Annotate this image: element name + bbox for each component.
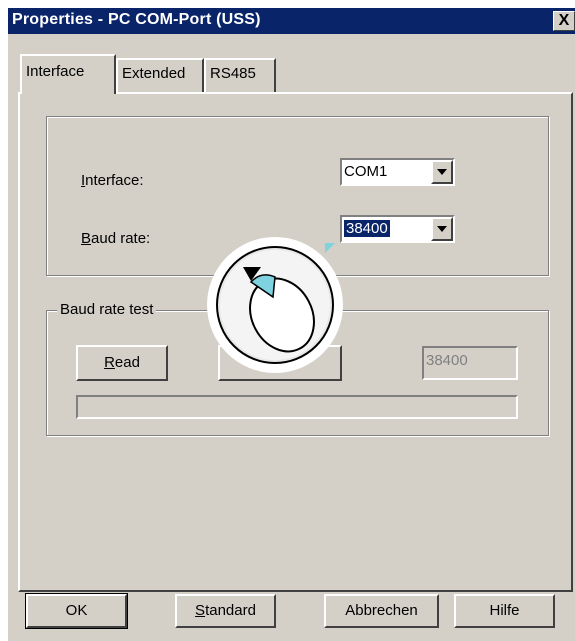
baud-rate-test-title: Baud rate test xyxy=(57,301,157,318)
close-button[interactable]: X xyxy=(553,11,575,31)
standard-button[interactable]: Standard xyxy=(175,594,276,628)
interface-label: Interface: xyxy=(81,172,144,189)
help-button[interactable]: Hilfe xyxy=(454,594,555,628)
cursor-highlight xyxy=(207,237,343,373)
baud-test-progress-bar xyxy=(76,395,518,419)
tab-rs485-label: RS485 xyxy=(210,65,256,82)
title-bar[interactable]: Properties - PC COM-Port (USS) X xyxy=(8,8,575,34)
cancel-button[interactable]: Abbrechen xyxy=(324,594,439,628)
baud-result-field[interactable]: 38400 xyxy=(422,346,518,380)
tab-interface[interactable]: Interface xyxy=(20,54,116,94)
interface-select[interactable]: COM1 xyxy=(340,158,455,186)
baud-rate-select[interactable]: 38400 xyxy=(340,215,455,243)
interface-select-value: COM1 xyxy=(344,163,388,180)
mouse-pointer-icon xyxy=(216,243,335,364)
ok-button[interactable]: OK xyxy=(25,593,128,629)
chevron-down-icon[interactable] xyxy=(431,217,453,241)
window-title: Properties - PC COM-Port (USS) xyxy=(12,11,261,28)
chevron-down-icon[interactable] xyxy=(431,160,453,184)
tab-extended[interactable]: Extended xyxy=(116,58,204,92)
read-button[interactable]: Read xyxy=(76,345,168,381)
tab-rs485[interactable]: RS485 xyxy=(204,58,276,92)
tab-extended-label: Extended xyxy=(122,65,186,82)
baud-rate-label: Baud rate: xyxy=(81,230,151,247)
tab-interface-label: Interface xyxy=(26,63,85,80)
baud-rate-select-value: 38400 xyxy=(344,220,390,237)
